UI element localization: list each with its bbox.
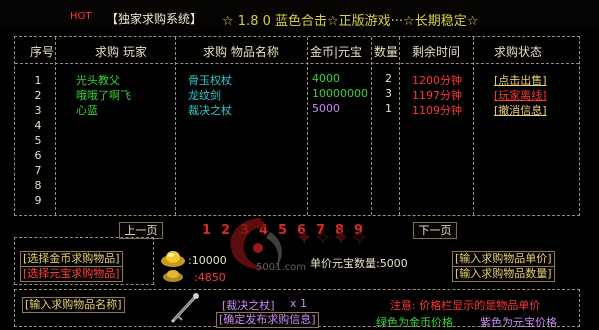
row-item[interactable]: 裁决之杖 — [188, 102, 232, 118]
unit-price-quantity: 单价元宝数量:5000 — [310, 257, 408, 270]
header-quantity: 数量 — [374, 45, 399, 59]
select-gold-button[interactable]: [选择金币求购物品] — [20, 251, 123, 267]
row-number: 3 — [34, 104, 42, 117]
row-time: 1200分钟 — [412, 74, 462, 87]
row-price: 4000 — [312, 72, 340, 85]
row-quantity: 2 — [385, 72, 392, 85]
row-player[interactable]: 心蓝 — [76, 102, 98, 118]
row-quantity: 1 — [385, 102, 392, 115]
page-1[interactable]: 1 — [202, 223, 211, 238]
row-time: 1109分钟 — [412, 104, 462, 117]
row-number: 4 — [34, 119, 42, 132]
prev-page-label: 上一页 — [124, 224, 158, 237]
selected-item-quantity: x 1 — [290, 297, 308, 310]
player-offline-link[interactable]: [玩家离线] — [494, 87, 547, 103]
row-number: 1 — [34, 74, 42, 87]
next-page-button[interactable]: 下一页 — [413, 222, 457, 239]
next-page-label: 下一页 — [418, 224, 452, 237]
selected-item-name: [裁决之杖] — [222, 299, 275, 312]
gold-ingot-icon — [161, 251, 185, 267]
watermark-text: 5001.com — [256, 262, 306, 273]
gold-amount: :10000 — [188, 254, 227, 267]
marquee-text: ☆ 1.8 0 蓝色合击☆正版游戏···☆长期稳定☆ — [222, 14, 479, 29]
input-quantity-button[interactable]: [输入求购物品数量] — [452, 266, 555, 282]
row-number: 9 — [34, 194, 42, 207]
system-title: 【独家求购系统】 — [106, 12, 203, 26]
header-price: 金币|元宝 — [310, 45, 363, 59]
input-price-button[interactable]: [输入求购物品单价] — [452, 251, 555, 267]
row-number: 5 — [34, 134, 42, 147]
row-player[interactable]: 哦哦了啊飞 — [76, 87, 131, 103]
header-time-left: 剩余时间 — [412, 45, 461, 59]
header-index: 序号 — [30, 45, 55, 59]
select-yuanbao-button[interactable]: [选择元宝求购物品] — [20, 266, 123, 282]
row-quantity: 3 — [385, 87, 392, 100]
header-item-name: 求购 物品名称 — [203, 45, 279, 59]
row-player[interactable]: 光头教父 — [76, 72, 120, 88]
row-time: 1197分钟 — [412, 89, 462, 102]
row-number: 8 — [34, 179, 42, 192]
confirm-publish-button[interactable]: [确定发布求购信息] — [216, 312, 319, 328]
row-item[interactable]: 骨玉权杖 — [188, 72, 232, 88]
header-player: 求购 玩家 — [95, 45, 147, 59]
row-number: 2 — [34, 89, 42, 102]
purchase-table — [14, 36, 580, 216]
row-number: 6 — [34, 149, 42, 162]
hot-label: HOT — [70, 11, 92, 22]
header-status: 求购状态 — [494, 45, 543, 59]
watermark-script: ✦✧✦✧ — [295, 226, 369, 251]
row-item[interactable]: 龙纹剑 — [188, 87, 221, 103]
yuanbao-amount: :4850 — [194, 271, 226, 284]
staff-weapon-icon — [170, 293, 199, 324]
yuanbao-icon — [163, 270, 183, 282]
row-price: 10000000 — [312, 87, 368, 100]
row-price: 5000 — [312, 102, 340, 115]
price-note: 注意: 价格栏显示的是物品单价 — [390, 299, 541, 312]
sell-link[interactable]: [点击出售] — [494, 72, 547, 88]
row-number: 7 — [34, 164, 42, 177]
input-item-name-button[interactable]: [输入求购物品名称] — [22, 297, 125, 313]
cancel-info-link[interactable]: [撤消信息] — [494, 102, 547, 118]
